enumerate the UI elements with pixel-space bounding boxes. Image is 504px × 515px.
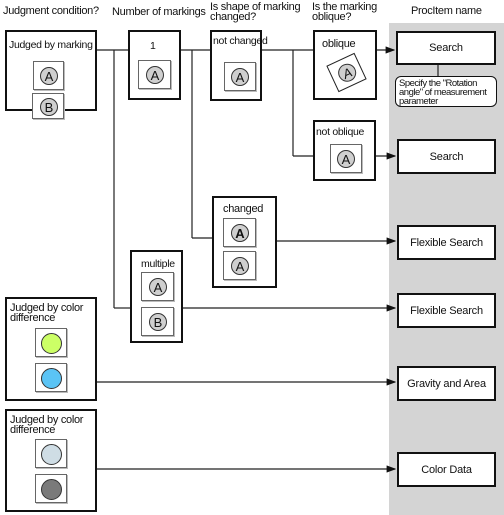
multiple-label: multiple: [141, 258, 175, 270]
procitem-gravity-and-area: Gravity and Area: [397, 366, 496, 401]
header-judgment-condition: Judgment condition?: [3, 5, 99, 17]
marking-a-icon: A: [337, 150, 355, 168]
shape-not-changed: not changed A: [210, 30, 268, 101]
condition-label: Judged by marking: [9, 39, 93, 51]
pale-blue-circle-icon: [41, 444, 62, 465]
marking-chip-a: A: [138, 60, 171, 89]
marking-a-bold-icon: A: [231, 224, 249, 242]
procitem-color-data: Color Data: [397, 452, 496, 487]
header-number-of-markings: Number of markings: [112, 6, 206, 18]
not-changed-label: not changed: [213, 35, 268, 47]
marking-chip-a: A: [224, 62, 256, 91]
marking-chip-a: A: [141, 272, 174, 301]
condition-judged-by-marking: Judged by marking A B: [5, 30, 97, 119]
rotation-angle-callout: Specify the "Rotation angle" of measurem…: [395, 76, 497, 107]
marking-a-icon: A: [40, 67, 58, 85]
marking-chip-a: A: [330, 144, 362, 173]
yellow-green-circle-icon: [41, 333, 62, 354]
callout-line-3: parameter: [399, 96, 438, 107]
changed-label: changed: [223, 203, 264, 215]
procitem-search-2: Search: [397, 139, 496, 174]
shape-changed: changed A A: [212, 196, 277, 288]
procitem-flexible-search-2: Flexible Search: [397, 293, 496, 328]
markings-one: 1 A: [128, 30, 181, 100]
markings-one-label: 1: [150, 40, 156, 52]
procitem-search-1: Search: [396, 31, 496, 65]
marking-b-icon: B: [40, 98, 58, 116]
marking-a-icon: A: [149, 278, 167, 296]
sky-blue-circle-icon: [41, 368, 62, 389]
marking-a-icon: A: [231, 68, 249, 86]
not-oblique-label: not oblique: [316, 126, 365, 138]
condition-color-difference-1: Judged by color difference: [5, 297, 97, 401]
marking-chip-a: A: [33, 61, 64, 90]
marking-oblique: oblique A: [313, 30, 377, 100]
marking-a-icon: A: [146, 66, 164, 84]
marking-chip-a: A: [223, 251, 256, 280]
rotated-marking-chip: A: [326, 52, 367, 93]
marking-b-icon: B: [149, 313, 167, 331]
condition-color-difference-2: Judged by color difference: [5, 409, 97, 512]
markings-multiple: multiple A B: [130, 250, 183, 343]
marking-a-icon: A: [335, 60, 360, 85]
color-chip-pale-blue: [35, 439, 67, 468]
oblique-label: oblique: [322, 38, 356, 50]
dark-gray-circle-icon: [41, 479, 62, 500]
color-chip-dark-gray: [35, 474, 67, 503]
marking-chip-b: B: [141, 307, 174, 336]
marking-not-oblique: not oblique A: [313, 120, 376, 181]
marking-chip-a-bold: A: [223, 218, 256, 247]
color-diff-label-2: difference: [10, 424, 56, 436]
color-chip-yellow-green: [35, 328, 67, 357]
marking-a-icon: A: [231, 257, 249, 275]
color-diff-label-2: difference: [10, 312, 56, 324]
marking-chip-b: B: [32, 93, 64, 119]
header-shape-changed-2: changed?: [210, 11, 256, 23]
header-oblique-2: oblique?: [312, 11, 352, 23]
header-procitem-name: ProcItem name: [411, 5, 482, 17]
procitem-flexible-search-1: Flexible Search: [397, 225, 496, 260]
color-chip-sky-blue: [35, 363, 67, 392]
